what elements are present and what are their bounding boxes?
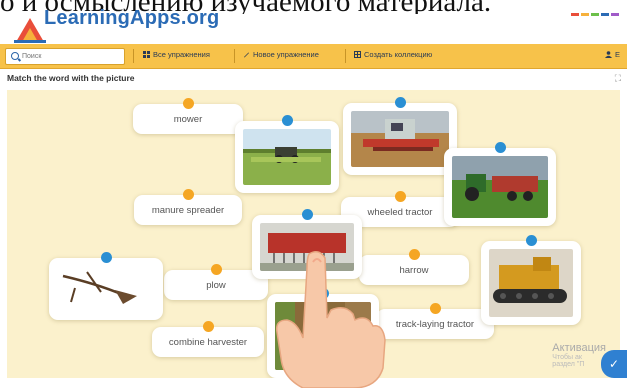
drag-handle-pin[interactable] [302,209,313,220]
drag-handle-pin[interactable] [495,142,506,153]
drag-handle-pin[interactable] [101,252,112,263]
watermark-line-2: раздел "П [552,361,585,368]
user-initial: Е [615,50,621,59]
search-input[interactable] [22,50,117,62]
watermark-line-1: Чтобы ак [552,354,582,361]
track-laying-tractor-image [489,249,573,317]
plow-image [57,266,155,312]
all-exercises-label: Все упражнения [153,50,210,59]
floating-action-button[interactable]: ✓ [601,350,627,378]
brand-name[interactable]: LearningApps.org [44,7,219,30]
all-exercises-link[interactable]: Все упражнения [143,50,210,59]
word-card-manure-spreader[interactable]: manure spreader [134,189,242,225]
word-label: harrow [399,264,429,276]
user-menu[interactable]: Е [605,50,620,59]
word-label: plow [206,279,226,291]
word-label: mower [173,113,203,125]
main-toolbar: Все упражнения Новое упражнение Создать … [0,44,627,69]
drag-handle-pin[interactable] [282,115,293,126]
watermark-title: Активация [552,342,606,354]
toolbar-divider [234,49,235,63]
drag-handle-pin[interactable] [211,264,222,275]
windows-activation-watermark: Активация Чтобы ак раздел "П [552,342,606,368]
word-card-combine-harvester[interactable]: combine harvester [152,321,264,357]
drag-handle-pin[interactable] [395,97,406,108]
grid-icon [143,51,150,58]
manure-spreader-picture[interactable] [444,142,556,226]
exercise-title: Match the word with the picture [7,73,135,83]
combine-picture[interactable] [343,97,457,175]
drag-handle-pin[interactable] [183,98,194,109]
new-exercise-label: Новое упражнение [253,50,319,59]
collection-icon [354,51,361,58]
create-collection-label: Создать коллекцию [364,50,433,59]
check-icon: ✓ [609,357,620,371]
create-collection-link[interactable]: Создать коллекцию [354,50,432,59]
combine-harvester-image [351,111,449,167]
exercise-header: Match the word with the picture ⛶ [0,69,627,88]
search-box[interactable] [5,48,125,65]
word-card-track-laying-tractor[interactable]: track-laying tractor [376,303,494,339]
toolbar-divider [133,49,134,63]
toolbar-divider [345,49,346,63]
drag-handle-pin[interactable] [203,321,214,332]
manure-spreader-image [452,156,548,218]
word-card-mower[interactable]: mower [133,98,243,134]
learningapps-logo-icon [14,18,46,43]
drag-handle-pin[interactable] [395,191,406,202]
search-icon [11,52,19,60]
mower-picture[interactable] [235,115,339,193]
drag-handle-pin[interactable] [409,249,420,260]
drag-handle-pin[interactable] [526,235,537,246]
word-label: manure spreader [151,204,225,216]
mower-image [243,129,331,185]
fullscreen-icon[interactable]: ⛶ [615,73,621,84]
pointing-hand-icon [275,251,386,388]
word-label: combine harvester [168,336,248,348]
user-icon [605,51,612,58]
new-exercise-link[interactable]: Новое упражнение [243,50,319,59]
plow-picture[interactable] [49,252,163,320]
pencil-icon [244,52,249,58]
drag-handle-pin[interactable] [183,189,194,200]
crawler-tractor-picture[interactable] [481,235,581,325]
color-stripe [571,13,619,16]
word-label: track-laying tractor [395,318,475,330]
drag-handle-pin[interactable] [430,303,441,314]
word-label: wheeled tractor [367,206,433,218]
